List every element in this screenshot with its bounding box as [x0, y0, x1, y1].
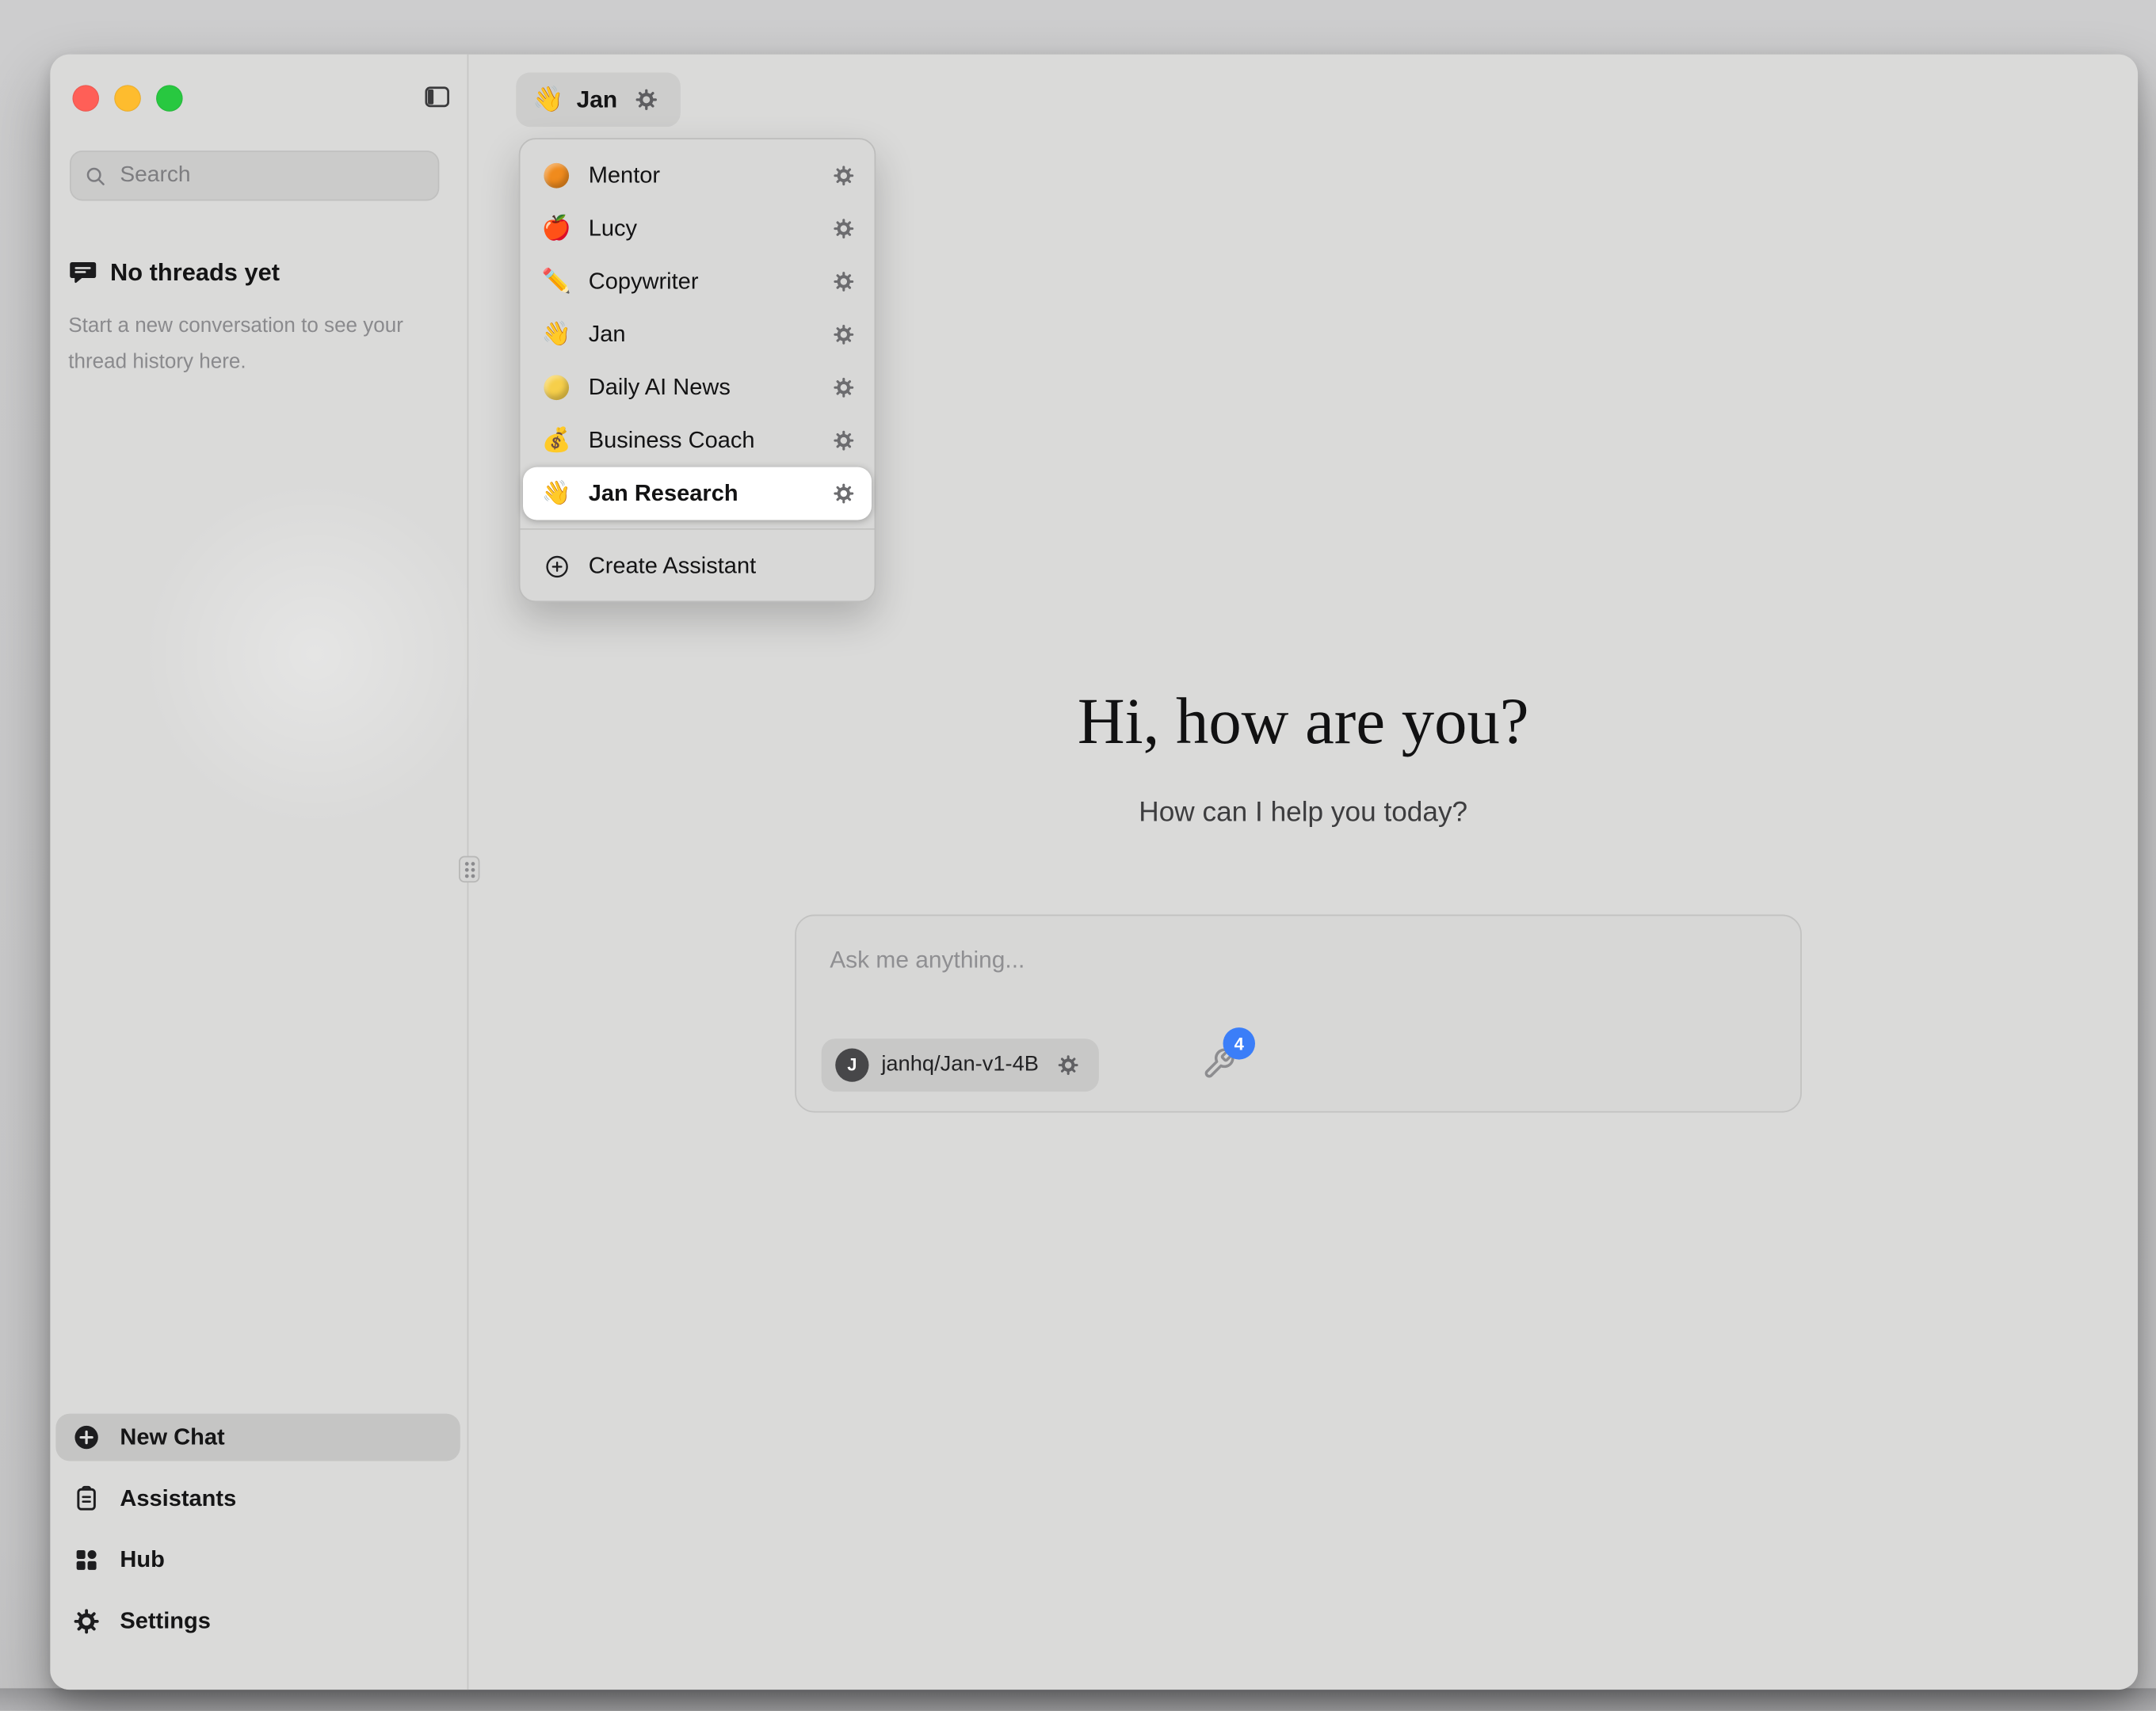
assistant-menu-item-label: Jan: [589, 322, 812, 348]
empty-state-title: No threads yet: [110, 258, 280, 288]
desktop: No threads yet Start a new conversation …: [0, 0, 2156, 1711]
greeting-title: Hi, how are you?: [468, 684, 2138, 760]
assistant-dropdown-menu: Mentor 🍎 Lucy ✏️ Copywriter 👋 Jan Daily AI News…: [519, 138, 876, 602]
sidebar-toggle-button[interactable]: [418, 78, 455, 115]
sidebar-nav: New Chat Assistants Hub Settings: [55, 1414, 460, 1660]
model-settings-gear-icon[interactable]: [1051, 1049, 1085, 1082]
zoom-button[interactable]: [156, 85, 182, 111]
assistant-menu-item-label: Lucy: [589, 215, 812, 242]
search-icon: [84, 164, 108, 188]
jan-research-emoji-icon: 👋: [540, 479, 573, 507]
desktop-floor: [0, 1688, 2156, 1710]
assistant-settings-gear-icon[interactable]: [827, 159, 860, 192]
empty-state-description: Start a new conversation to see your thr…: [68, 308, 428, 382]
plus-circle-icon: [73, 1423, 101, 1451]
plus-circle-outline-icon: [540, 553, 573, 579]
wave-emoji-icon: 👋: [532, 85, 563, 114]
drag-dots-icon: [462, 859, 476, 879]
assistant-settings-gear-icon[interactable]: [827, 212, 860, 246]
assistant-menu-item-label: Mentor: [589, 162, 812, 189]
assistant-settings-gear-icon[interactable]: [827, 477, 860, 510]
assistant-header-gear-icon[interactable]: [630, 83, 663, 116]
menu-divider: [520, 528, 874, 530]
model-avatar: J: [835, 1049, 868, 1082]
assistant-selector-button[interactable]: 👋 Jan: [516, 73, 680, 128]
copywriter-emoji-icon: ✏️: [540, 268, 573, 295]
daily-ai-news-circle-icon: [540, 375, 573, 400]
assistants-icon: [73, 1484, 101, 1512]
tools-button[interactable]: 4: [1198, 1042, 1240, 1084]
business-coach-emoji-icon: 💰: [540, 427, 573, 455]
chat-bubble-icon: [68, 258, 97, 288]
chat-input[interactable]: [830, 947, 1736, 1008]
mentor-circle-icon: [540, 163, 573, 189]
assistant-menu-item-label: Jan Research: [589, 480, 812, 506]
assistant-settings-gear-icon[interactable]: [827, 371, 860, 404]
hub-icon: [73, 1546, 101, 1574]
assistant-selector-label: Jan: [577, 86, 618, 113]
create-assistant-button[interactable]: Create Assistant: [520, 539, 874, 593]
window-controls: [73, 85, 183, 111]
model-selector-button[interactable]: J janhq/Jan-v1-4B: [822, 1038, 1099, 1092]
chat-composer: J janhq/Jan-v1-4B 4: [795, 915, 1802, 1113]
sidebar: No threads yet Start a new conversation …: [50, 55, 468, 1690]
sidebar-item-label: Assistants: [120, 1485, 236, 1511]
sidebar-item-label: Settings: [120, 1608, 211, 1634]
search-field: [70, 151, 439, 200]
create-assistant-label: Create Assistant: [589, 553, 756, 579]
sidebar-item-label: New Chat: [120, 1424, 224, 1450]
sidebar-panel-icon: [422, 82, 451, 111]
assistant-menu-item-daily-ai-news[interactable]: Daily AI News: [520, 361, 874, 414]
assistant-menu-item-copywriter[interactable]: ✏️ Copywriter: [520, 255, 874, 308]
assistant-settings-gear-icon[interactable]: [827, 318, 860, 351]
close-button[interactable]: [73, 85, 99, 111]
search-input[interactable]: [120, 163, 425, 189]
assistant-menu-item-label: Business Coach: [589, 427, 812, 453]
tools-count-badge: 4: [1223, 1027, 1255, 1059]
sidebar-item-new-chat[interactable]: New Chat: [55, 1414, 460, 1461]
assistant-menu-item-label: Daily AI News: [589, 375, 812, 401]
app-window: No threads yet Start a new conversation …: [50, 55, 2138, 1690]
jan-emoji-icon: 👋: [540, 321, 573, 349]
assistant-menu-item-jan[interactable]: 👋 Jan: [520, 308, 874, 361]
sidebar-item-settings[interactable]: Settings: [55, 1598, 460, 1645]
assistant-settings-gear-icon[interactable]: [827, 265, 860, 298]
sidebar-resize-handle[interactable]: [459, 856, 479, 882]
sidebar-item-assistants[interactable]: Assistants: [55, 1475, 460, 1522]
assistant-settings-gear-icon[interactable]: [827, 424, 860, 457]
assistant-menu-item-business-coach[interactable]: 💰 Business Coach: [520, 414, 874, 467]
empty-state-header: No threads yet: [68, 258, 280, 288]
model-name: janhq/Jan-v1-4B: [881, 1053, 1039, 1078]
main-area: 👋 Jan Mentor 🍎 Lucy ✏️ Copywriter 👋 Jan Daily A…: [468, 55, 2138, 1690]
assistant-menu-item-jan-research[interactable]: 👋 Jan Research: [523, 467, 872, 520]
lucy-emoji-icon: 🍎: [540, 215, 573, 242]
sidebar-item-label: Hub: [120, 1547, 164, 1573]
greeting-subtitle: How can I help you today?: [468, 798, 2138, 829]
gear-icon: [73, 1607, 101, 1635]
sidebar-decorative-blob: [127, 466, 503, 842]
assistant-menu-item-lucy[interactable]: 🍎 Lucy: [520, 202, 874, 255]
assistant-menu-item-label: Copywriter: [589, 269, 812, 295]
assistant-menu-item-mentor[interactable]: Mentor: [520, 149, 874, 202]
minimize-button[interactable]: [114, 85, 140, 111]
sidebar-item-hub[interactable]: Hub: [55, 1537, 460, 1584]
